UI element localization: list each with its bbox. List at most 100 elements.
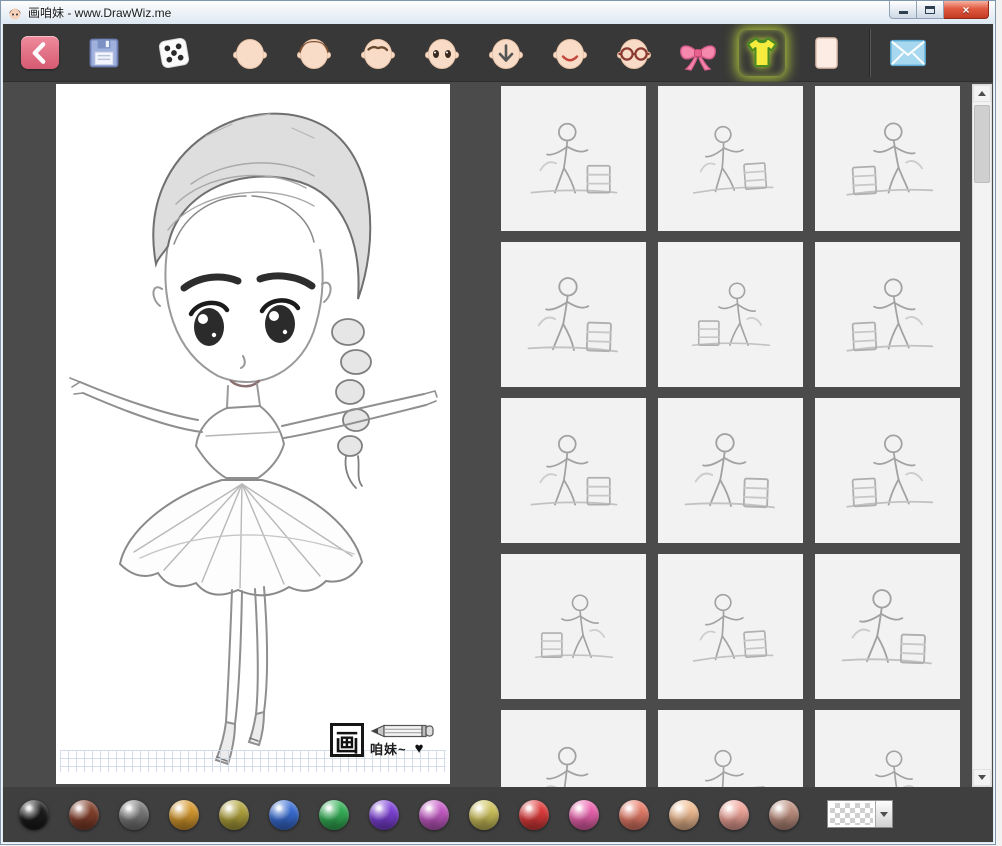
eyebrows-icon [361,38,395,69]
color-swatch[interactable] [219,799,249,830]
maximize-button[interactable] [917,1,944,19]
pose-sketch-icon [841,588,932,664]
color-swatch[interactable] [769,799,799,830]
pose-sketch-icon [692,593,773,662]
pose-sketch-icon [530,434,617,505]
back-arrow-icon [32,41,46,64]
minimize-button[interactable] [889,1,917,19]
transparent-pattern-swatch [830,803,873,825]
scroll-up-button[interactable] [973,85,991,102]
category-glasses-button[interactable] [611,30,657,76]
pose-thumbnail[interactable] [501,554,646,699]
window-title: 画咱妹 - www.DrawWiz.me [28,6,172,20]
color-swatch[interactable] [169,799,199,830]
ballerina-sketch [69,112,438,766]
glasses-icon [617,38,651,69]
blank-face-icon [233,38,267,69]
category-mouth-button[interactable] [547,30,593,76]
category-face-button[interactable] [227,30,273,76]
color-swatch[interactable] [519,799,549,830]
color-swatch[interactable] [269,799,299,830]
pose-thumbnail[interactable] [658,242,803,387]
pose-thumbnail[interactable] [815,86,960,231]
arrow-down-icon [978,775,986,780]
t-shirt-icon [747,37,777,67]
color-swatch[interactable] [369,799,399,830]
envelope-icon [890,39,926,66]
mouth-icon [553,38,587,69]
pose-sketch-icon [845,278,933,352]
nose-arrow-icon [489,38,523,69]
color-palette-bar [3,787,993,842]
color-swatch[interactable] [19,799,49,830]
color-swatch[interactable] [569,799,599,830]
background-pattern-dropdown[interactable] [827,800,893,828]
heart-icon: ♥ [414,740,424,757]
category-eyes-button[interactable] [419,30,465,76]
pose-thumbnail[interactable] [501,398,646,543]
pose-thumbnail[interactable] [815,242,960,387]
category-bow-button[interactable] [675,30,721,76]
share-mail-button[interactable] [887,32,929,74]
category-background-button[interactable] [803,30,849,76]
pencil-icon [370,724,434,738]
dice-icon [158,37,190,68]
dropdown-arrow-icon [880,811,888,817]
hair-icon [297,38,331,69]
pose-sketch-icon [845,434,933,508]
dropdown-arrow-button[interactable] [875,801,892,827]
color-swatch[interactable] [719,799,749,830]
category-eyebrows-button[interactable] [355,30,401,76]
scrollbar-thumb[interactable] [974,105,990,183]
pose-sketch-icon [543,746,588,788]
pose-sketch-icon [699,749,767,788]
color-swatch[interactable] [469,799,499,830]
arrow-up-icon [978,91,986,96]
random-dice-button[interactable] [153,32,195,74]
pose-sketch-icon [854,749,919,788]
app-window: 画咱妹 - www.DrawWiz.me × 画 咱妹~ ♥ [0,0,996,845]
pose-sketch-icon [534,593,613,658]
color-swatch[interactable] [69,799,99,830]
character-preview-canvas: 画 咱妹~ ♥ [56,84,450,784]
back-button[interactable] [21,36,59,69]
drawwiz-watermark: 画 咱妹~ ♥ [330,723,436,758]
color-swatch[interactable] [319,799,349,830]
pose-thumbnail[interactable] [815,398,960,543]
minimize-icon [898,11,908,14]
logo-box: 画 [330,723,364,757]
pose-thumbnail[interactable] [815,554,960,699]
pose-thumbnail[interactable] [501,242,646,387]
color-swatch[interactable] [669,799,699,830]
pose-sketch-icon [530,122,617,193]
color-swatch[interactable] [419,799,449,830]
pose-thumbnail[interactable] [501,86,646,231]
pose-thumbnail[interactable] [815,710,960,788]
app-icon [9,8,21,19]
main-area: 画 咱妹~ ♥ [3,82,993,788]
save-button[interactable] [85,34,123,72]
color-swatch[interactable] [119,799,149,830]
pose-thumbnail[interactable] [658,554,803,699]
close-button[interactable]: × [944,1,989,19]
category-clothes-button[interactable] [739,30,785,76]
eyes-icon [425,38,459,69]
color-swatch[interactable] [619,799,649,830]
gallery-scrollbar[interactable] [972,84,992,787]
category-nose-button[interactable] [483,30,529,76]
logo-text: 咱妹~ [370,742,407,757]
scroll-down-button[interactable] [973,769,991,786]
pose-thumbnail[interactable] [658,710,803,788]
toolbar-separator [869,28,871,77]
pose-sketch-icon [684,432,775,508]
pose-thumbnail[interactable] [501,710,646,788]
pose-thumbnail[interactable] [658,86,803,231]
category-hair-button[interactable] [291,30,337,76]
titlebar[interactable]: 画咱妹 - www.DrawWiz.me × [1,1,995,24]
bow-ribbon-icon [680,44,716,71]
pose-sketch-icon [692,125,773,194]
floppy-disk-icon [89,38,119,67]
pose-sketch-icon [691,281,770,346]
window-controls: × [889,1,989,19]
pose-thumbnail[interactable] [658,398,803,543]
